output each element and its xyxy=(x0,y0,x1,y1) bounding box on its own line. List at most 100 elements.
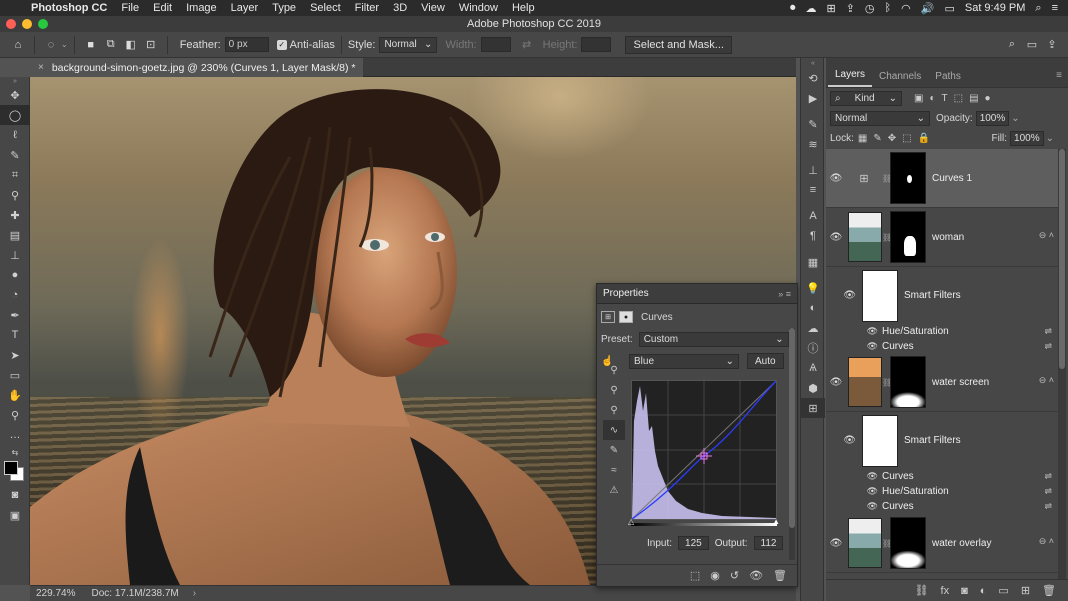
menu-window[interactable]: Window xyxy=(452,2,505,14)
filter-blending-options-icon[interactable]: ⇌ xyxy=(1044,326,1052,337)
auto-button[interactable]: Auto xyxy=(747,353,784,369)
mask-link-icon[interactable]: ⛓ xyxy=(882,378,892,387)
visibility-eye-icon[interactable]: 👁 xyxy=(826,173,846,184)
smooth-curve-icon[interactable]: ≈ xyxy=(603,460,625,480)
layer-mask-thumbnail[interactable] xyxy=(890,356,926,408)
visibility-eye-icon[interactable]: 👁 xyxy=(826,341,882,352)
visibility-eye-icon[interactable]: 👁 xyxy=(826,326,882,337)
menu-3d[interactable]: 3D xyxy=(386,2,414,14)
volume-icon[interactable]: 🔊 xyxy=(921,2,935,15)
3d-panel-icon[interactable]: ⬢ xyxy=(801,378,825,398)
reset-adjustment-icon[interactable]: ↺ xyxy=(730,569,739,582)
actions-panel-icon[interactable]: ▶ xyxy=(801,88,825,108)
add-layer-style-icon[interactable]: fx xyxy=(941,585,950,597)
visibility-eye-icon[interactable]: 👁 xyxy=(826,471,882,482)
clone-source-icon[interactable]: ⊥ xyxy=(801,160,825,180)
visibility-eye-icon[interactable]: 👁 xyxy=(826,538,846,549)
history-panel-icon[interactable]: ⟲ xyxy=(801,68,825,88)
swatches-panel-icon[interactable]: ▦ xyxy=(801,252,825,272)
clipping-warning-icon[interactable]: ⚠ xyxy=(603,480,625,500)
workspace-icon[interactable]: ▭ xyxy=(1022,35,1042,55)
spotlight-search-icon[interactable]: ⌕ xyxy=(1035,2,1041,15)
menu-type[interactable]: Type xyxy=(265,2,303,14)
character-panel-icon[interactable]: A xyxy=(801,206,825,226)
menu-file[interactable]: File xyxy=(114,2,146,14)
gradient-tool-icon[interactable]: ▤ xyxy=(0,225,30,245)
dodge-tool-icon[interactable]: ◔ xyxy=(0,285,30,305)
lock-transparent-icon[interactable]: ▦ xyxy=(858,133,867,144)
white-point-slider-icon[interactable]: ▲ xyxy=(772,517,780,526)
layer-name[interactable]: Curves 1 xyxy=(932,173,972,184)
paragraph-panel-icon[interactable]: ¶ xyxy=(801,226,825,246)
clip-to-layer-icon[interactable]: ⬚ xyxy=(690,569,700,582)
smart-filter-item[interactable]: 👁 Hue/Saturation ⇌ xyxy=(826,324,1058,339)
layer-thumbnail[interactable] xyxy=(848,212,882,262)
add-selection-icon[interactable]: ⧉ xyxy=(101,35,121,55)
smart-filter-item[interactable]: 👁 Curves ⇌ xyxy=(826,469,1058,484)
antialias-checkbox[interactable]: ✓ xyxy=(276,39,287,50)
smart-filter-expand-icon[interactable]: ⊖ ˄ xyxy=(1039,230,1054,241)
properties-scrollbar[interactable] xyxy=(789,328,795,560)
menu-app-name[interactable]: Photoshop CC xyxy=(24,2,114,14)
zoom-window-button[interactable] xyxy=(38,19,48,29)
foreground-color-swatch[interactable] xyxy=(4,461,18,475)
mask-link-icon[interactable]: ⛓ xyxy=(882,174,892,183)
clone-stamp-tool-icon[interactable]: ⊥ xyxy=(0,245,30,265)
delete-layer-icon[interactable]: 🗑 xyxy=(1042,584,1056,597)
input-range-slider[interactable]: △ ▲ xyxy=(628,517,780,530)
tab-paths[interactable]: Paths xyxy=(928,71,968,87)
menu-image[interactable]: Image xyxy=(179,2,224,14)
type-filter-icon[interactable]: T xyxy=(942,93,948,104)
width-input[interactable] xyxy=(480,37,511,52)
output-value-field[interactable]: 112 xyxy=(753,536,784,550)
time-machine-icon[interactable]: ◷ xyxy=(865,2,875,15)
filter-blending-options-icon[interactable]: ⇌ xyxy=(1044,501,1052,512)
layer-row-water-overlay[interactable]: 👁 ⛓ water overlay ⊖ ˄ xyxy=(826,514,1058,573)
visibility-eye-icon[interactable]: 👁 xyxy=(826,377,846,388)
view-previous-state-icon[interactable]: ◉ xyxy=(710,569,720,582)
properties-scroll-thumb[interactable] xyxy=(789,328,795,528)
lock-position-icon[interactable]: ✥ xyxy=(888,133,896,144)
new-group-icon[interactable]: ▭ xyxy=(998,584,1008,597)
path-select-tool-icon[interactable]: ➤ xyxy=(0,345,30,365)
hand-tool-icon[interactable]: ✋ xyxy=(0,385,30,405)
intersect-selection-icon[interactable]: ⊡ xyxy=(141,35,161,55)
menu-select[interactable]: Select xyxy=(303,2,348,14)
layer-row-woman[interactable]: 👁 ⛓ woman ⊖ ˄ xyxy=(826,208,1058,267)
lasso-tool-icon[interactable]: ℓ xyxy=(0,125,30,145)
layer-mask-thumbnail[interactable] xyxy=(890,152,926,204)
glyphs-panel-icon[interactable]: Ѧ xyxy=(801,358,825,378)
home-icon[interactable]: ⌂ xyxy=(8,35,28,55)
lock-all-icon[interactable]: 🔒 xyxy=(918,133,930,144)
notification-center-icon[interactable]: ≡ xyxy=(1052,2,1058,14)
move-tool-icon[interactable]: ✥ xyxy=(0,85,30,105)
crop-tool-icon[interactable]: ⌗ xyxy=(0,165,30,185)
close-tab-icon[interactable]: × xyxy=(38,62,44,73)
tool-presets-icon[interactable]: ≡ xyxy=(801,180,825,200)
channel-select[interactable]: Blue ⌄ xyxy=(629,353,739,369)
pencil-curve-tool-icon[interactable]: ✎ xyxy=(603,440,625,460)
smart-filter-expand-icon[interactable]: ⊖ ˄ xyxy=(1039,375,1054,386)
mask-link-icon[interactable]: ⛓ xyxy=(882,539,892,548)
share-icon[interactable]: ⇪ xyxy=(1042,35,1062,55)
healing-tool-icon[interactable]: ✚ xyxy=(0,205,30,225)
kind-filter-select[interactable]: ⌕ Kind ⌄ xyxy=(830,90,902,106)
blend-mode-select[interactable]: Normal ⌄ xyxy=(830,110,930,126)
panel-collapse-icon[interactable]: » ≡ xyxy=(778,289,797,299)
visibility-eye-icon[interactable]: 👁 xyxy=(826,435,862,446)
marquee-tool-icon[interactable]: ◯ xyxy=(0,105,30,125)
smart-filter-item[interactable]: 👁 Hue/Saturation ⇌ xyxy=(826,484,1058,499)
brush-settings-icon[interactable]: ✎ xyxy=(801,114,825,134)
zoom-tool-icon[interactable]: ⚲ xyxy=(0,405,30,425)
add-mask-icon[interactable]: ◙ xyxy=(961,585,968,597)
feather-input[interactable]: 0 px xyxy=(224,37,269,52)
tab-layers[interactable]: Layers xyxy=(828,69,873,87)
menu-help[interactable]: Help xyxy=(505,2,542,14)
chevron-down-icon[interactable]: ⌄ xyxy=(1046,133,1054,144)
menu-filter[interactable]: Filter xyxy=(348,2,386,14)
layer-thumbnail[interactable] xyxy=(848,357,882,407)
layer-thumbnail[interactable] xyxy=(848,518,882,568)
height-input[interactable] xyxy=(581,37,612,52)
wifi-icon[interactable]: ◠ xyxy=(901,2,911,15)
pixel-filter-icon[interactable]: ▣ xyxy=(914,93,923,104)
